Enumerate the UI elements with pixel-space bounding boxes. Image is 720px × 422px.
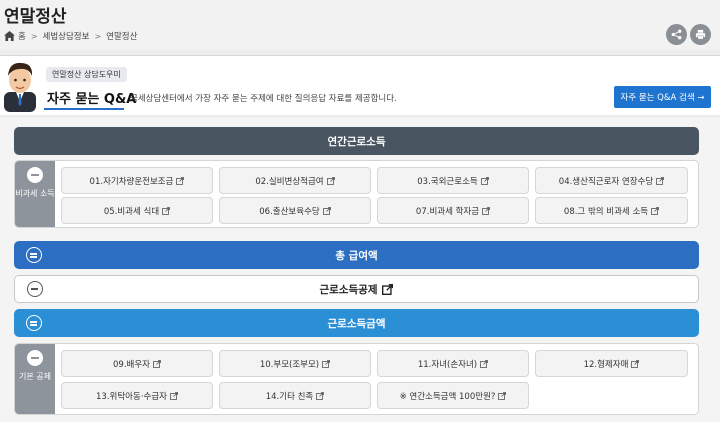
qa-description: 국세상담센터에서 가장 자주 묻는 주제에 대한 질의응답 자료를 제공합니다. bbox=[130, 94, 397, 104]
breadcrumb-current: 연말정산 bbox=[106, 32, 138, 42]
nontax-panel: 비과세 소득 01.자기차량운전보조금 02.실비변상적급여 03.국외근로소득… bbox=[14, 160, 699, 228]
toggle-icon bbox=[26, 247, 42, 263]
nontax-item-5[interactable]: 05.비과세 식대 bbox=[61, 197, 213, 224]
external-link-icon bbox=[382, 283, 394, 295]
breadcrumb-tax-info[interactable]: 세법상담정보 bbox=[43, 30, 90, 42]
external-link-icon bbox=[316, 391, 325, 400]
consultant-avatar bbox=[4, 62, 36, 112]
nontax-item-label: 06.출산보육수당 bbox=[259, 206, 320, 217]
toggle-icon bbox=[26, 315, 42, 331]
external-link-icon bbox=[326, 176, 335, 185]
nontax-item-label: 07.비과세 학자금 bbox=[415, 206, 480, 217]
external-link-icon bbox=[480, 359, 489, 368]
nontax-label: 비과세 소득 bbox=[15, 189, 55, 198]
nontax-side-label: 비과세 소득 bbox=[15, 161, 55, 227]
section-annual-income[interactable]: 연간근로소득 bbox=[14, 127, 699, 155]
basic-item-4[interactable]: 12.형제자매 bbox=[535, 350, 688, 377]
basic-item-label: ※ 연간소득금액 100만원? bbox=[399, 391, 496, 402]
external-link-icon bbox=[480, 176, 489, 185]
breadcrumb: 홈 > 세법상담정보 > 연말정산 bbox=[4, 30, 137, 42]
basic-side-label: 기본 공제 bbox=[15, 344, 55, 414]
nontax-item-1[interactable]: 01.자기차량운전보조금 bbox=[61, 167, 213, 194]
collapse-icon[interactable] bbox=[27, 350, 43, 366]
nontax-item-label: 05.비과세 식대 bbox=[103, 206, 160, 217]
external-link-icon bbox=[482, 206, 490, 215]
nontax-item-label: 04.생산직근로자 연장수당 bbox=[558, 176, 654, 187]
basic-item-6[interactable]: 14.기타 친족 bbox=[219, 382, 371, 409]
qa-title: 자주 묻는 Q&A bbox=[47, 92, 137, 107]
nontax-item-3[interactable]: 03.국외근로소득 bbox=[377, 167, 529, 194]
print-button[interactable] bbox=[690, 24, 711, 45]
basic-deduction-panel: 기본 공제 09.배우자 10.부모(조부모) 11.자녀(손자녀) 12.형제… bbox=[14, 343, 699, 415]
nontax-item-7[interactable]: 07.비과세 학자금 bbox=[377, 197, 529, 224]
print-icon bbox=[695, 29, 706, 40]
external-link-icon bbox=[176, 176, 185, 185]
page-header: 연말정산 홈 > 세법상담정보 > 연말정산 bbox=[0, 0, 720, 50]
section-income-amount[interactable]: 근로소득금액 bbox=[14, 309, 699, 337]
basic-item-label: 10.부모(조부모) bbox=[259, 359, 320, 370]
basic-item-label: 12.형제자매 bbox=[583, 359, 629, 370]
collapse-icon[interactable] bbox=[27, 167, 43, 183]
nontax-item-2[interactable]: 02.실비변상적급여 bbox=[219, 167, 371, 194]
external-link-icon bbox=[631, 359, 640, 368]
helper-badge: 연말정산 상담도우미 bbox=[46, 67, 127, 82]
basic-item-5[interactable]: 13.위탁아동·수급자 bbox=[61, 382, 213, 409]
external-link-icon bbox=[651, 206, 659, 215]
basic-item-label: 14.기타 친족 bbox=[265, 391, 314, 402]
share-icon bbox=[671, 29, 682, 40]
basic-item-3[interactable]: 11.자녀(손자녀) bbox=[377, 350, 529, 377]
nontax-item-label: 02.실비변상적급여 bbox=[255, 176, 324, 187]
nontax-item-6[interactable]: 06.출산보육수당 bbox=[219, 197, 371, 224]
section-income-amount-label: 근로소득금액 bbox=[327, 317, 386, 330]
qa-helper-bar: 연말정산 상담도우미 자주 묻는 Q&A 국세상담센터에서 가장 자주 묻는 주… bbox=[0, 55, 720, 115]
collapse-icon bbox=[27, 281, 43, 297]
basic-item-label: 11.자녀(손자녀) bbox=[417, 359, 478, 370]
flow-content: 연간근로소득 비과세 소득 01.자기차량운전보조금 02.실비변상적급여 03… bbox=[0, 117, 720, 422]
nontax-item-8[interactable]: 08.그 밖의 비과세 소득 bbox=[535, 197, 688, 224]
qa-search-button[interactable]: 자주 묻는 Q&A 검색 → bbox=[614, 86, 711, 108]
external-link-icon bbox=[656, 176, 665, 185]
breadcrumb-home[interactable]: 홈 bbox=[18, 30, 26, 42]
section-income-deduction-label: 근로소득공제 bbox=[319, 283, 378, 296]
nontax-item-4[interactable]: 04.생산직근로자 연장수당 bbox=[535, 167, 688, 194]
external-link-icon bbox=[322, 359, 331, 368]
external-link-icon bbox=[322, 206, 331, 215]
section-annual-income-label: 연간근로소득 bbox=[327, 135, 386, 148]
nontax-item-label: 03.국외근로소득 bbox=[417, 176, 478, 187]
external-link-icon bbox=[162, 206, 171, 215]
page-title: 연말정산 bbox=[4, 7, 67, 27]
chevron-right-icon: > bbox=[30, 31, 38, 41]
nontax-item-label: 08.그 밖의 비과세 소득 bbox=[563, 206, 649, 217]
basic-item-label: 09.배우자 bbox=[113, 359, 150, 370]
section-income-deduction[interactable]: 근로소득공제 bbox=[14, 275, 699, 303]
basic-item-7[interactable]: ※ 연간소득금액 100만원? bbox=[377, 382, 529, 409]
external-link-icon bbox=[153, 359, 161, 368]
qa-title-underline bbox=[44, 108, 124, 110]
home-icon bbox=[4, 31, 15, 41]
nontax-item-label: 01.자기차량운전보조금 bbox=[89, 176, 174, 187]
share-button[interactable] bbox=[666, 24, 687, 45]
external-link-icon bbox=[498, 391, 507, 400]
basic-item-label: 13.위탁아동·수급자 bbox=[96, 391, 167, 402]
basic-item-2[interactable]: 10.부모(조부모) bbox=[219, 350, 371, 377]
chevron-right-icon: > bbox=[94, 31, 102, 41]
section-total-pay[interactable]: 총 급여액 bbox=[14, 241, 699, 269]
section-total-pay-label: 총 급여액 bbox=[335, 249, 378, 262]
basic-label: 기본 공제 bbox=[19, 372, 51, 381]
basic-item-1[interactable]: 09.배우자 bbox=[61, 350, 213, 377]
external-link-icon bbox=[170, 391, 178, 400]
